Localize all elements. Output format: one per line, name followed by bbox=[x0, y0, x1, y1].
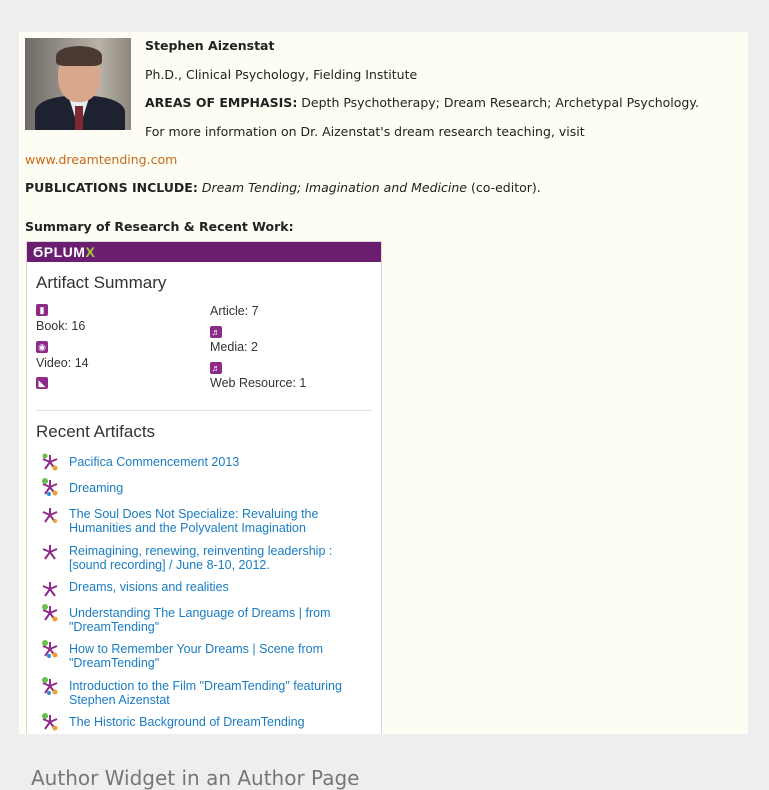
publications-titles: Dream Tending; Imagination and Medicine bbox=[201, 180, 467, 195]
emphasis-label: AREAS OF EMPHASIS: bbox=[145, 95, 298, 110]
plum-print-icon bbox=[42, 713, 58, 731]
summary-heading: Summary of Research & Recent Work: bbox=[25, 219, 294, 234]
web-resource-count: Web Resource: 1 bbox=[210, 376, 307, 390]
book-count: Book: 16 bbox=[36, 319, 86, 333]
plum-print-icon bbox=[42, 545, 58, 560]
plumx-widget: ϬPLUMX Artifact Summary ▮ Book: 16 ◉ Vid… bbox=[26, 241, 382, 734]
plumx-logo-mark-icon: Ϭ bbox=[33, 244, 44, 260]
author-panel: Stephen Aizenstat Ph.D., Clinical Psycho… bbox=[19, 32, 748, 734]
website-link[interactable]: www.dreamtending.com bbox=[25, 152, 177, 167]
artifact-link[interactable]: Understanding The Language of Dreams | f… bbox=[69, 606, 369, 634]
author-photo bbox=[25, 38, 131, 130]
artifact-link[interactable]: The Soul Does Not Specialize: Revaluing … bbox=[69, 507, 369, 535]
emphasis-text: Depth Psychotherapy; Dream Research; Arc… bbox=[297, 95, 699, 110]
areas-of-emphasis: AREAS OF EMPHASIS: Depth Psychotherapy; … bbox=[145, 95, 699, 110]
publications: PUBLICATIONS INCLUDE: Dream Tending; Ima… bbox=[25, 180, 541, 195]
book-icon: ▮ bbox=[36, 304, 48, 316]
plumx-logo-text: PLUM bbox=[43, 244, 86, 260]
artifact-link[interactable]: Pacifica Commencement 2013 bbox=[69, 455, 369, 469]
website-row: www.dreamtending.com bbox=[25, 152, 177, 167]
video-count: Video: 14 bbox=[36, 356, 89, 370]
publications-suffix: (co-editor). bbox=[467, 180, 541, 195]
plum-print-icon bbox=[42, 453, 58, 471]
plum-print-icon bbox=[42, 640, 58, 658]
article-count: Article: 7 bbox=[210, 304, 259, 318]
plum-print-icon bbox=[42, 508, 58, 523]
plum-print-icon bbox=[42, 478, 58, 496]
article-icon: ◣ bbox=[36, 377, 48, 389]
plum-print-icon bbox=[42, 604, 58, 622]
plum-print-icon bbox=[42, 677, 58, 695]
artifact-summary-title: Artifact Summary bbox=[36, 273, 167, 292]
more-info-text: For more information on Dr. Aizenstat's … bbox=[145, 124, 585, 139]
artifact-link[interactable]: Introduction to the Film "DreamTending" … bbox=[69, 679, 369, 707]
video-icon: ◉ bbox=[36, 341, 48, 353]
plumx-header-bar: ϬPLUMX bbox=[27, 242, 381, 262]
figure-caption: Author Widget in an Author Page bbox=[31, 766, 360, 790]
plum-print-icon bbox=[42, 582, 58, 597]
plumx-logo-x: X bbox=[85, 244, 96, 260]
media-count: Media: 2 bbox=[210, 340, 258, 354]
author-degree: Ph.D., Clinical Psychology, Fielding Ins… bbox=[145, 67, 418, 82]
divider bbox=[36, 410, 372, 411]
recent-artifacts-title: Recent Artifacts bbox=[36, 422, 156, 441]
publications-label: PUBLICATIONS INCLUDE: bbox=[25, 180, 198, 195]
media-icon: ♬ bbox=[210, 326, 222, 338]
artifact-link[interactable]: How to Remember Your Dreams | Scene from… bbox=[69, 642, 369, 670]
plumx-logo[interactable]: ϬPLUMX bbox=[33, 244, 95, 260]
artifact-link[interactable]: Dreaming bbox=[69, 481, 369, 495]
artifact-link[interactable]: Reimagining, renewing, reinventing leade… bbox=[69, 544, 369, 572]
author-name: Stephen Aizenstat bbox=[145, 38, 275, 53]
web-resource-icon: ♬ bbox=[210, 362, 222, 374]
artifact-link[interactable]: The Historic Background of DreamTending bbox=[69, 715, 369, 729]
artifact-link[interactable]: Dreams, visions and realities bbox=[69, 580, 369, 594]
